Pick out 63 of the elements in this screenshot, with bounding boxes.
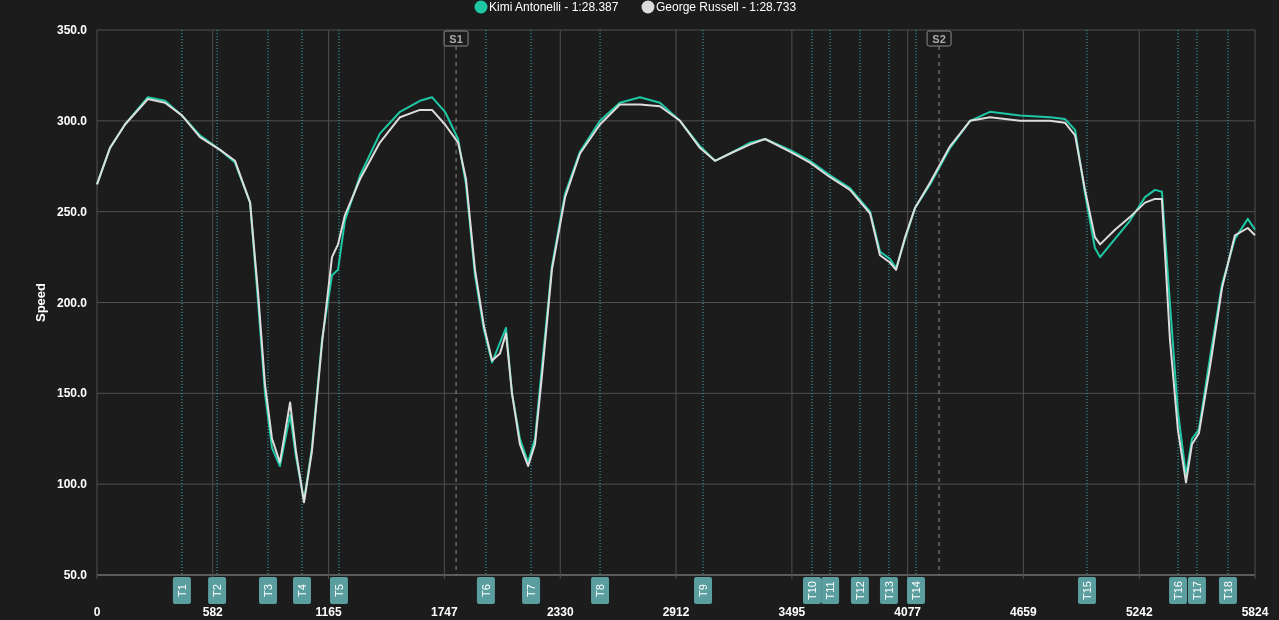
axis-title: Speed <box>33 283 48 322</box>
ref-line-label: T18 <box>1221 581 1234 600</box>
ref-line-label: T4 <box>296 584 308 597</box>
y-tick-label: 200.0 <box>56 295 87 310</box>
x-tick-label: 4659 <box>1010 605 1037 619</box>
ref-line-label: T2 <box>211 584 224 597</box>
y-tick-label: 50.0 <box>63 568 87 582</box>
turn-marker: T9 <box>694 577 713 604</box>
y-tick-label: 250.0 <box>56 204 87 219</box>
x-tick-label: 5242 <box>1125 605 1153 619</box>
ref-line-label: T9 <box>697 584 710 597</box>
y-tick-label: 150.0 <box>56 386 87 401</box>
x-tick-label: 4077 <box>894 605 921 619</box>
legend-marker[interactable] <box>474 0 488 14</box>
legend-label[interactable]: Kimi Antonelli - 1:28.387 <box>489 0 619 14</box>
turn-marker: T2 <box>208 577 227 604</box>
legend-marker[interactable] <box>641 0 655 14</box>
x-tick-label: 1165 <box>315 605 342 619</box>
x-tick-label: 0 <box>93 605 101 619</box>
ref-line-label: T10 <box>806 581 818 600</box>
legend-label[interactable]: George Russell - 1:28.733 <box>656 0 797 14</box>
turn-marker: T5 <box>330 577 348 604</box>
ref-line-label: T16 <box>1172 581 1185 600</box>
turn-marker: T6 <box>476 577 495 604</box>
ref-line-label: T14 <box>909 581 922 600</box>
turn-marker: T16 <box>1169 577 1188 604</box>
y-tick-label: 100.0 <box>56 477 87 492</box>
ref-line-label: T7 <box>525 584 538 597</box>
ref-line-label: T1 <box>175 584 188 597</box>
y-tick-label: 300.0 <box>56 113 87 128</box>
turn-marker: T8 <box>591 577 610 604</box>
ref-line-label: T12 <box>853 581 866 600</box>
sector-marker: S2 <box>926 30 952 47</box>
ref-line-label: T11 <box>824 581 837 600</box>
turn-marker: T7 <box>522 577 541 604</box>
sector-marker: S1 <box>443 30 469 47</box>
ref-line-label: S2 <box>932 33 946 45</box>
ref-line-label: S1 <box>449 33 463 45</box>
turn-marker: T11 <box>821 577 840 604</box>
turn-marker: T13 <box>879 577 898 604</box>
turn-marker: T17 <box>1187 577 1206 604</box>
ref-line-label: T3 <box>262 584 274 597</box>
ref-line-label: T6 <box>479 584 492 597</box>
turn-marker: T1 <box>172 577 191 604</box>
turn-marker: T10 <box>803 577 821 604</box>
ref-line-label: T15 <box>1080 581 1093 600</box>
y-tick-label: 350.0 <box>56 23 87 37</box>
turn-marker: T12 <box>850 577 869 604</box>
x-tick-label: 2330 <box>546 605 574 619</box>
turn-marker: T3 <box>259 577 277 604</box>
turn-marker: T15 <box>1078 577 1096 604</box>
turn-marker: T18 <box>1218 577 1237 604</box>
x-tick-label: 5824 <box>1241 605 1269 619</box>
x-tick-label: 582 <box>202 605 223 619</box>
x-tick-label: 2912 <box>662 605 690 619</box>
ref-line-label: T8 <box>594 584 607 597</box>
turn-marker: T4 <box>293 577 311 604</box>
x-tick-label: 3495 <box>778 605 806 619</box>
x-tick-label: 1747 <box>431 605 458 619</box>
ref-line-label: T5 <box>332 584 345 597</box>
turn-marker: T14 <box>907 577 925 604</box>
ref-line-label: T17 <box>1190 581 1203 600</box>
ref-line-label: T13 <box>882 581 895 600</box>
